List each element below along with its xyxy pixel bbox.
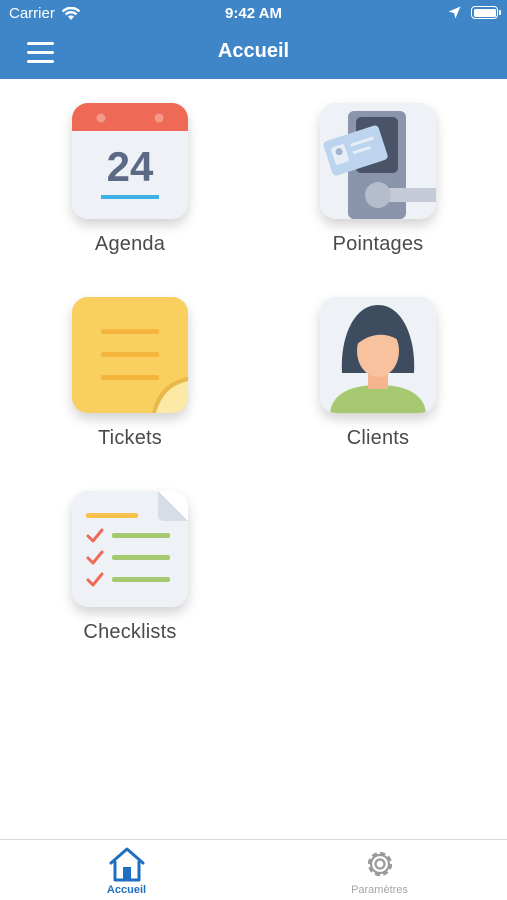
tile-label: Pointages bbox=[332, 233, 424, 255]
home-icon bbox=[109, 847, 144, 882]
calendar-date-number: 24 bbox=[107, 143, 154, 190]
tile-tickets[interactable]: Tickets bbox=[30, 297, 230, 467]
tile-label: Agenda bbox=[94, 233, 166, 255]
page-title: Accueil bbox=[217, 40, 290, 62]
status-bar: Carrier 9:42 AM bbox=[0, 0, 507, 28]
tile-label: Checklists bbox=[83, 621, 177, 643]
tab-parametres[interactable]: Paramètres bbox=[253, 840, 506, 900]
checklist-icon bbox=[72, 491, 188, 607]
person-avatar-icon bbox=[320, 297, 436, 413]
gear-icon bbox=[367, 851, 392, 877]
tab-label: Accueil bbox=[106, 884, 147, 896]
badge-door-icon bbox=[320, 103, 436, 219]
tile-checklists[interactable]: Checklists bbox=[30, 491, 230, 661]
location-arrow-icon bbox=[448, 6, 461, 19]
tile-clients[interactable]: Clients bbox=[278, 297, 478, 467]
tab-label: Paramètres bbox=[351, 884, 408, 896]
tab-bar: Accueil Paramètres bbox=[0, 839, 507, 900]
status-indicators bbox=[448, 6, 501, 19]
battery-icon bbox=[471, 6, 501, 19]
tile-label: Clients bbox=[346, 427, 410, 449]
tile-agenda[interactable]: 24 Agenda bbox=[30, 103, 230, 273]
tab-accueil[interactable]: Accueil bbox=[0, 840, 253, 900]
app-header: Carrier 9:42 AM Accueil bbox=[0, 0, 507, 79]
sticky-note-icon bbox=[72, 297, 188, 413]
status-time: 9:42 AM bbox=[225, 5, 282, 22]
tile-label: Tickets bbox=[98, 427, 162, 449]
tile-pointages[interactable]: Pointages bbox=[278, 103, 478, 273]
calendar-icon: 24 bbox=[72, 103, 188, 219]
